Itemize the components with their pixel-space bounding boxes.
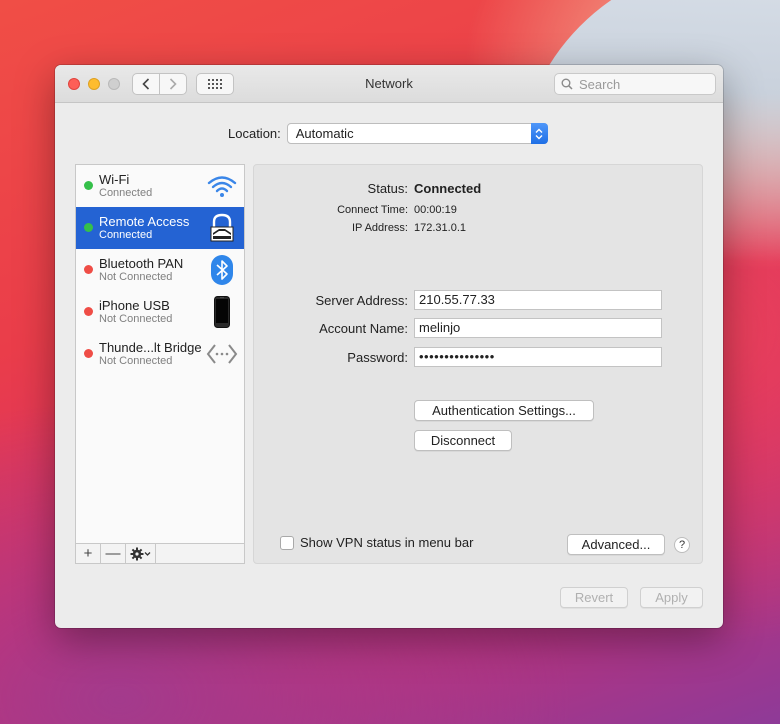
location-label: Location: bbox=[228, 126, 281, 141]
location-row: Location: Automatic bbox=[228, 123, 548, 144]
search-field[interactable]: Search bbox=[554, 73, 716, 95]
password-label: Password: bbox=[347, 350, 408, 365]
password-field[interactable]: ••••••••••••••• bbox=[414, 347, 662, 367]
help-button[interactable]: ? bbox=[674, 537, 690, 553]
detail-panel: Status: Connected Connect Time: 00:00:19… bbox=[253, 164, 703, 564]
vpn-status-checkbox-row[interactable]: Show VPN status in menu bar bbox=[280, 535, 473, 550]
server-address-field[interactable]: 210.55.77.33 bbox=[414, 290, 662, 310]
connect-time-value: 00:00:19 bbox=[414, 204, 457, 216]
status-value: Connected bbox=[414, 181, 482, 196]
location-value: Automatic bbox=[295, 126, 354, 141]
revert-button[interactable]: Revert bbox=[560, 587, 628, 608]
service-status: Connected bbox=[99, 229, 153, 241]
status-dot bbox=[84, 265, 93, 274]
status-label: Status: bbox=[367, 181, 408, 196]
location-popup[interactable]: Automatic bbox=[286, 123, 548, 144]
server-address-label: Server Address: bbox=[315, 293, 409, 308]
status-dot bbox=[84, 181, 93, 190]
wifi-icon bbox=[206, 170, 238, 202]
status-dot bbox=[84, 307, 93, 316]
account-name-field[interactable]: melinjo bbox=[414, 318, 662, 338]
service-status: Not Connected bbox=[99, 313, 173, 325]
add-service-button[interactable]: + bbox=[76, 544, 101, 563]
connect-time-label: Connect Time: bbox=[337, 204, 408, 216]
apply-button[interactable]: Apply bbox=[640, 587, 703, 608]
authentication-settings-button[interactable]: Authentication Settings... bbox=[414, 400, 594, 421]
titlebar: Network Search bbox=[55, 65, 723, 103]
advanced-button[interactable]: Advanced... bbox=[567, 534, 665, 555]
service-status: Not Connected bbox=[99, 271, 173, 283]
thunderbolt-bridge-icon bbox=[206, 338, 238, 370]
service-name: Thunde...lt Bridge bbox=[99, 340, 202, 355]
search-icon bbox=[561, 78, 573, 90]
service-item-bluetooth-pan[interactable]: Bluetooth PAN Not Connected bbox=[76, 249, 244, 291]
remove-service-button[interactable]: — bbox=[101, 544, 126, 563]
ip-address-label: IP Address: bbox=[351, 222, 408, 234]
vpn-status-checkbox-label: Show VPN status in menu bar bbox=[300, 535, 474, 550]
disconnect-button[interactable]: Disconnect bbox=[414, 430, 512, 451]
service-status: Not Connected bbox=[99, 355, 173, 367]
service-name: Bluetooth PAN bbox=[99, 256, 184, 271]
service-list: Wi-Fi Connected Remote Access Connected bbox=[75, 164, 245, 564]
network-preferences-window: Network Search Location: Automatic Wi-Fi… bbox=[55, 65, 723, 628]
status-dot bbox=[84, 223, 93, 232]
vpn-status-checkbox[interactable] bbox=[280, 535, 294, 550]
service-status: Connected bbox=[99, 187, 153, 199]
bluetooth-icon bbox=[206, 254, 238, 286]
popup-arrows-icon bbox=[530, 123, 548, 144]
service-name: Wi-Fi bbox=[99, 172, 130, 187]
iphone-icon bbox=[206, 296, 238, 328]
action-menu-button[interactable] bbox=[126, 544, 156, 563]
service-name: iPhone USB bbox=[99, 298, 170, 313]
status-dot bbox=[84, 349, 93, 358]
service-item-remote-access[interactable]: Remote Access Connected bbox=[76, 207, 244, 249]
gear-icon bbox=[130, 547, 150, 560]
lock-icon bbox=[206, 212, 238, 244]
service-name: Remote Access bbox=[99, 214, 190, 229]
service-item-iphone-usb[interactable]: iPhone USB Not Connected bbox=[76, 291, 244, 333]
service-item-thunderbolt-bridge[interactable]: Thunde...lt Bridge Not Connected bbox=[76, 333, 244, 375]
service-item-wifi[interactable]: Wi-Fi Connected bbox=[76, 165, 244, 207]
ip-address-value: 172.31.0.1 bbox=[414, 222, 466, 234]
search-placeholder: Search bbox=[579, 76, 621, 92]
account-name-label: Account Name: bbox=[319, 321, 408, 336]
sidebar-toolbar: + — bbox=[76, 543, 244, 563]
